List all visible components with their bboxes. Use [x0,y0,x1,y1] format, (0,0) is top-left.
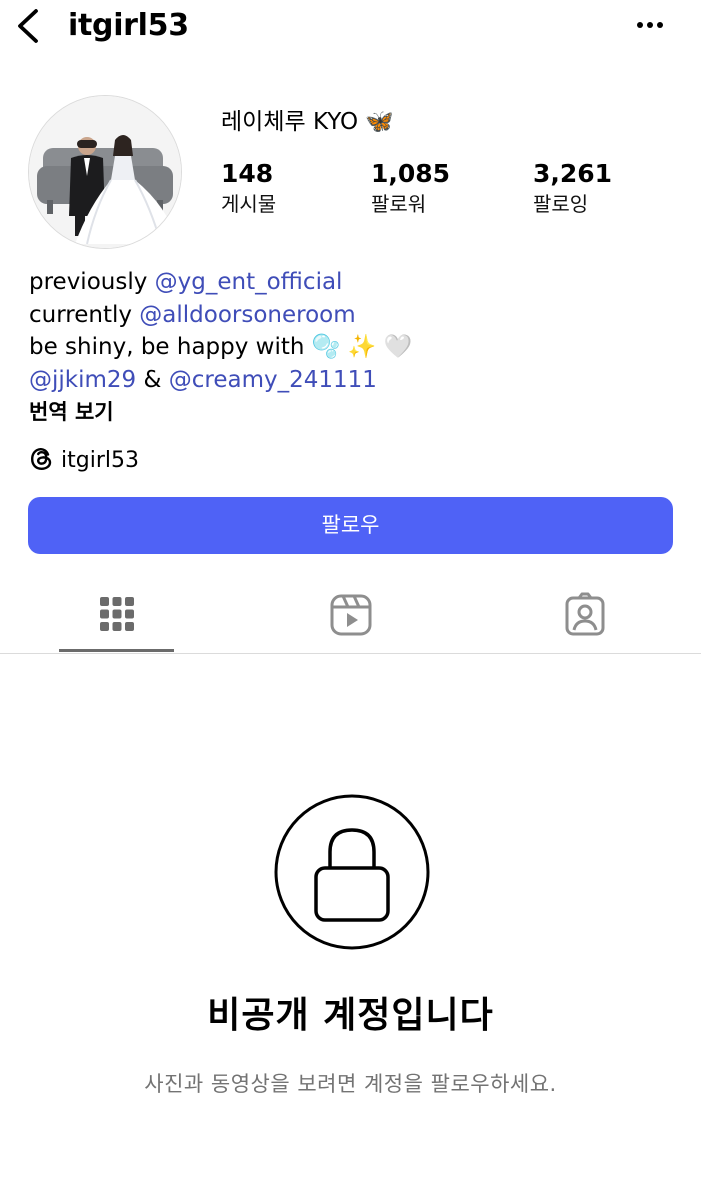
threads-icon [29,446,55,482]
reels-icon [330,594,372,636]
more-horizontal-icon [637,22,663,28]
tab-divider [0,653,701,654]
follow-button[interactable]: 팔로우 [28,497,673,554]
bio-line-mentions: @jjkim29 & @creamy_241111 [29,364,669,397]
bio-emojis: 🫧 ✨ 🤍 [311,334,413,360]
mention-link[interactable]: @yg_ent_official [155,269,343,295]
tagged-person-icon [565,592,605,636]
stat-followers-label: 팔로워 [371,192,427,216]
header-username: itgirl53 [68,8,189,43]
tab-reels[interactable] [321,588,381,644]
bio-line-currently: currently @alldoorsoneroom [29,299,669,332]
stat-followers-count: 1,085 [371,159,451,188]
stat-posts-count: 148 [221,159,274,188]
private-account-badge [272,792,432,952]
threads-handle: itgirl53 [61,448,139,473]
lock-icon [274,794,430,950]
stat-following[interactable]: 3,261 팔로잉 [533,158,612,218]
translate-link[interactable]: 번역 보기 [29,396,669,429]
bio-text: & [136,366,169,393]
mention-link[interactable]: @creamy_241111 [169,367,377,393]
tab-tagged[interactable] [555,588,615,644]
avatar-photo [29,96,181,248]
chevron-left-icon [18,9,38,43]
threads-link[interactable]: itgirl53 [29,445,139,482]
display-name: 레이체루 KYO 🦋 [221,104,394,140]
bio-line-previously: previously @yg_ent_official [29,266,669,299]
private-account-subtitle: 사진과 동영상을 보려면 계정을 팔로우하세요. [144,1072,557,1096]
stat-following-label: 팔로잉 [533,192,589,216]
mention-link[interactable]: @jjkim29 [29,367,136,393]
bio-text: currently [29,301,140,328]
stat-posts[interactable]: 148 게시물 [221,158,276,218]
stat-posts-label: 게시물 [221,192,277,216]
tab-posts-grid[interactable] [87,588,147,644]
mention-link[interactable]: @alldoorsoneroom [139,302,355,328]
private-account-title: 비공개 계정입니다 [207,995,494,1036]
bio: previously @yg_ent_official currently @a… [29,266,669,429]
bio-text: previously [29,269,155,295]
active-tab-indicator [59,649,174,652]
more-options-button[interactable] [630,10,670,40]
grid-icon [100,597,134,631]
avatar[interactable] [28,95,182,249]
back-button[interactable] [12,6,46,46]
display-name-text: 레이체루 KYO [221,109,359,135]
bio-text: be shiny, be happy with [29,334,312,360]
butterfly-emoji: 🦋 [365,109,395,135]
stat-following-count: 3,261 [533,159,613,188]
bio-line-shiny: be shiny, be happy with 🫧 ✨ 🤍 [29,331,669,364]
stat-followers[interactable]: 1,085 팔로워 [371,158,450,218]
